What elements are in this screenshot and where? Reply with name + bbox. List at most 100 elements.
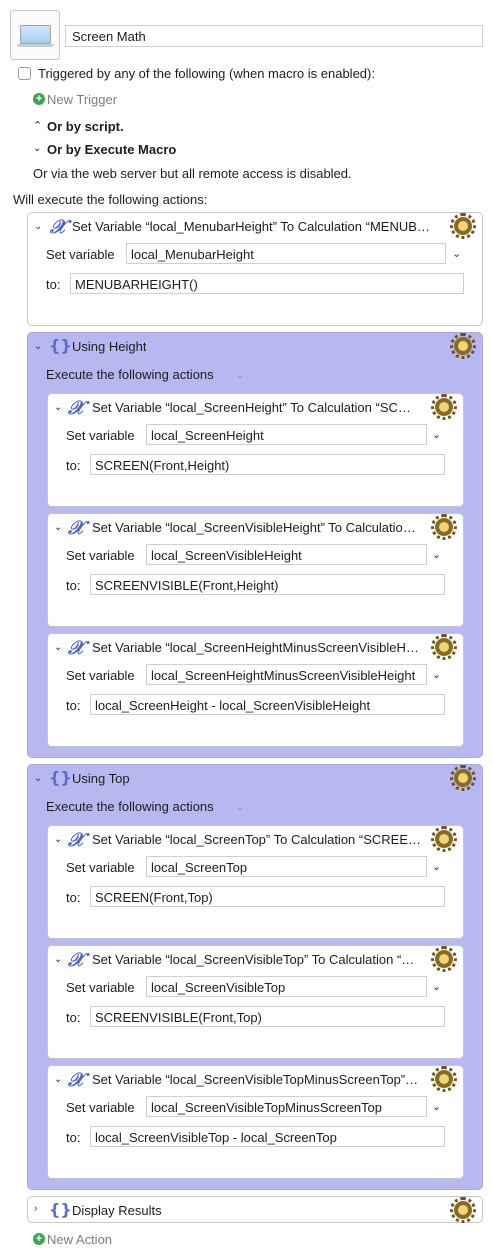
x-variable-icon: 𝒳 [68,829,85,851]
collapse-chevron-icon[interactable]: ⌄ [54,642,62,653]
to-label: to: [66,1010,81,1025]
trigger-checkbox[interactable] [18,67,31,80]
macro-icon[interactable] [10,10,60,60]
set-variable-label: Set variable [66,860,135,875]
collapse-chevron-icon[interactable]: ⌄ [54,522,62,533]
add-trigger-icon[interactable]: + [33,93,45,105]
gear-icon[interactable] [450,765,476,791]
gear-icon[interactable] [431,946,457,972]
set-variable-label: Set variable [66,428,135,443]
variable-name-field[interactable]: local_ScreenVisibleHeight [146,544,427,565]
calculation-field[interactable]: SCREENVISIBLE(Front,Height) [90,574,445,595]
gear-icon[interactable] [450,333,476,359]
variable-popup-icon[interactable]: ⌄ [432,860,441,873]
expand-chevron-icon[interactable]: › [34,1203,37,1214]
new-trigger-link[interactable]: New Trigger [47,92,117,107]
action-title: Set Variable “local_ScreenVisibleHeight”… [92,520,416,535]
gear-icon[interactable] [431,826,457,852]
group-title: Using Height [72,339,147,354]
collapse-chevron-icon[interactable]: ⌄ [54,402,62,413]
collapse-chevron-icon[interactable]: ⌄ [54,1074,62,1085]
collapse-chevron-icon[interactable]: ⌄ [34,221,42,232]
action-title: Set Variable “local_MenubarHeight” To Ca… [72,219,430,234]
set-variable-label: Set variable [66,980,135,995]
calculation-field[interactable]: local_ScreenHeight - local_ScreenVisible… [90,694,445,715]
collapse-chevron-icon[interactable]: ⌄ [34,341,42,352]
group-using-height[interactable]: ⌄ {} Using Height Execute the following … [27,332,483,758]
set-variable-label: Set variable [46,247,115,262]
action-title: Set Variable “local_ScreenVisibleTopMinu… [92,1072,419,1087]
chevron-down-icon[interactable]: ⌄ [33,143,41,154]
variable-name-field[interactable]: local_ScreenVisibleTop [146,976,427,997]
or-by-execute-macro[interactable]: Or by Execute Macro [47,142,176,157]
laptop-base [17,44,54,47]
variable-name-field[interactable]: local_ScreenVisibleTopMinusScreenTop [146,1096,427,1117]
set-variable-label: Set variable [66,668,135,683]
calculation-field[interactable]: SCREEN(Front,Top) [90,886,445,907]
to-label: to: [46,277,61,292]
gear-icon[interactable] [450,213,476,239]
gear-icon[interactable] [431,394,457,420]
action-set-screen-height[interactable]: ⌄ 𝒳 Set Variable “local_ScreenHeight” To… [47,393,464,507]
x-variable-icon: 𝒳 [50,216,67,238]
set-variable-label: Set variable [66,1100,135,1115]
execute-options-chevron-icon[interactable]: ⌄ [236,370,244,381]
web-server-note: Or via the web server but all remote acc… [33,166,352,181]
variable-popup-icon[interactable]: ⌄ [432,1100,441,1113]
gear-icon[interactable] [431,1066,457,1092]
variable-name-field[interactable]: local_MenubarHeight [126,243,446,264]
to-label: to: [66,458,81,473]
will-execute-label: Will execute the following actions: [13,192,208,207]
action-title: Set Variable “local_ScreenVisibleTop” To… [92,952,415,967]
x-variable-icon: 𝒳 [68,1069,85,1091]
variable-name-field[interactable]: local_ScreenHeight [146,424,427,445]
x-variable-icon: 𝒳 [68,949,85,971]
collapse-chevron-icon[interactable]: ⌄ [34,773,42,784]
collapse-chevron-icon[interactable]: ⌄ [54,834,62,845]
action-title: Set Variable “local_ScreenHeightMinusScr… [92,640,419,655]
variable-name-field[interactable]: local_ScreenHeightMinusScreenVisibleHeig… [146,664,427,685]
action-set-menubar-height[interactable]: ⌄ 𝒳 Set Variable “local_MenubarHeight” T… [27,212,483,326]
x-variable-icon: 𝒳 [68,517,85,539]
execute-following-label: Execute the following actions [46,799,214,814]
to-label: to: [66,578,81,593]
to-label: to: [66,698,81,713]
variable-popup-icon[interactable]: ⌄ [432,980,441,993]
calculation-field[interactable]: local_ScreenVisibleTop - local_ScreenTop [90,1126,445,1147]
to-label: to: [66,890,81,905]
variable-popup-icon[interactable]: ⌄ [452,247,461,260]
new-action-link[interactable]: New Action [47,1232,112,1247]
macro-name-field[interactable]: Screen Math [65,25,483,47]
variable-name-field[interactable]: local_ScreenTop [146,856,427,877]
action-set-height-minus-visible[interactable]: ⌄ 𝒳 Set Variable “local_ScreenHeightMinu… [47,633,464,747]
laptop-icon [20,25,51,44]
action-set-visible-top-minus-top[interactable]: ⌄ 𝒳 Set Variable “local_ScreenVisibleTop… [47,1065,464,1179]
add-action-icon[interactable]: + [33,1233,45,1245]
calculation-field[interactable]: SCREEN(Front,Height) [90,454,445,475]
action-set-screen-top[interactable]: ⌄ 𝒳 Set Variable “local_ScreenTop” To Ca… [47,825,464,939]
group-title: Using Top [72,771,130,786]
trigger-label: Triggered by any of the following (when … [38,66,375,81]
to-label: to: [66,1130,81,1145]
collapse-chevron-icon[interactable]: ⌄ [54,954,62,965]
action-title: Set Variable “local_ScreenTop” To Calcul… [92,832,422,847]
updown-chevron-icon[interactable]: ⌃ [33,119,42,132]
action-set-screen-visible-top[interactable]: ⌄ 𝒳 Set Variable “local_ScreenVisibleTop… [47,945,464,1059]
action-set-screen-visible-height[interactable]: ⌄ 𝒳 Set Variable “local_ScreenVisibleHei… [47,513,464,627]
variable-popup-icon[interactable]: ⌄ [432,548,441,561]
or-by-script[interactable]: Or by script. [47,119,124,134]
gear-icon[interactable] [431,634,457,660]
group-display-results[interactable]: › {} Display Results [27,1196,483,1223]
execute-options-chevron-icon[interactable]: ⌄ [236,802,244,813]
calculation-field[interactable]: MENUBARHEIGHT() [70,273,464,294]
group-using-top[interactable]: ⌄ {} Using Top Execute the following act… [27,764,483,1190]
x-variable-icon: 𝒳 [68,397,85,419]
calculation-field[interactable]: SCREENVISIBLE(Front,Top) [90,1006,445,1027]
group-title: Display Results [72,1203,162,1218]
variable-popup-icon[interactable]: ⌄ [432,428,441,441]
action-title: Set Variable “local_ScreenHeight” To Cal… [92,400,411,415]
braces-group-icon: {} [49,1200,72,1219]
variable-popup-icon[interactable]: ⌄ [432,668,441,681]
gear-icon[interactable] [431,514,457,540]
gear-icon[interactable] [450,1197,476,1223]
